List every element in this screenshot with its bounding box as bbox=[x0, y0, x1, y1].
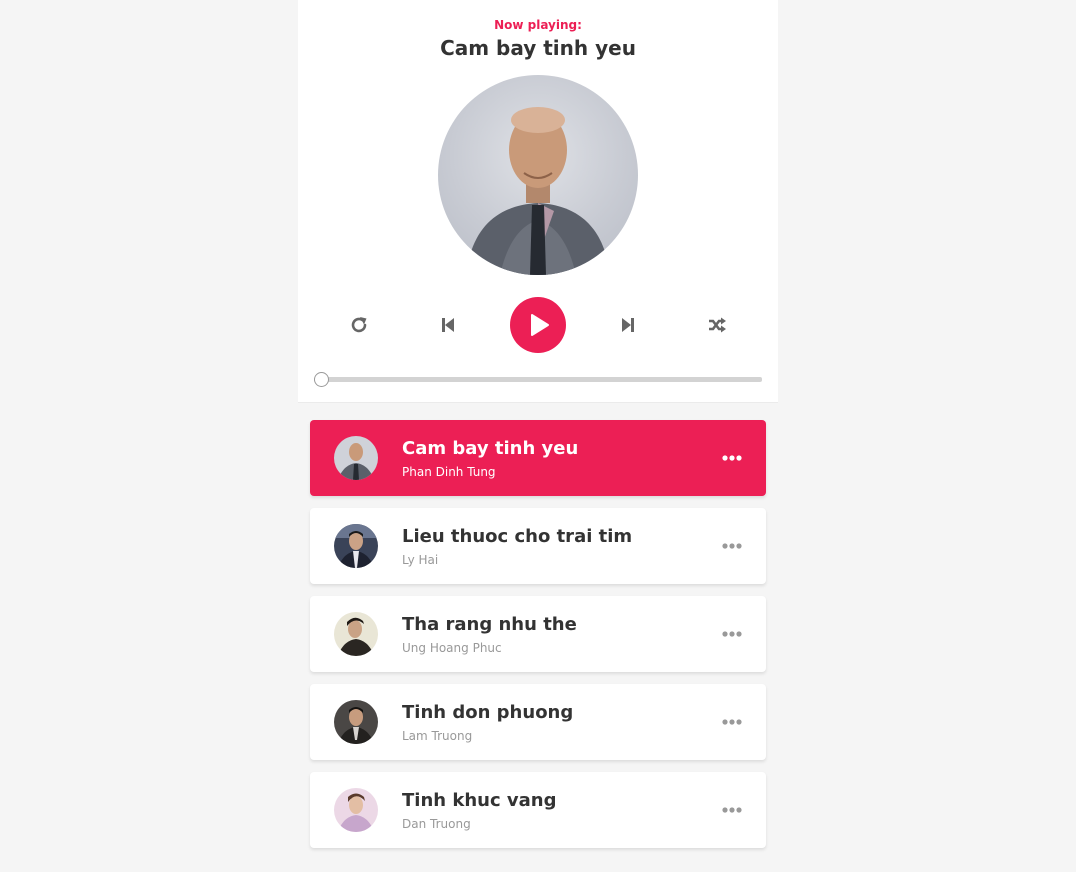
more-options-icon bbox=[722, 543, 742, 549]
player-dashboard: Now playing: Cam bay tinh yeu bbox=[298, 0, 778, 403]
more-options-icon bbox=[722, 719, 742, 725]
song-options-button[interactable] bbox=[722, 712, 742, 732]
next-button[interactable] bbox=[616, 313, 640, 337]
progress-thumb[interactable] bbox=[313, 372, 329, 387]
cd-thumbnail bbox=[438, 75, 638, 275]
progress-track bbox=[314, 377, 762, 382]
shuffle-icon bbox=[709, 317, 726, 333]
song-thumbnail bbox=[334, 612, 378, 656]
playlist-item[interactable]: Tinh khuc vang Dan Truong bbox=[310, 772, 766, 848]
song-title: Tinh khuc vang bbox=[402, 790, 557, 811]
song-options-button[interactable] bbox=[722, 624, 742, 644]
song-thumbnail bbox=[334, 788, 378, 832]
song-thumbnail bbox=[334, 524, 378, 568]
playlist-item[interactable]: Tha rang nhu the Ung Hoang Phuc bbox=[310, 596, 766, 672]
song-options-button[interactable] bbox=[722, 448, 742, 468]
song-title: Tinh don phuong bbox=[402, 702, 574, 723]
artist-avatar bbox=[334, 700, 378, 744]
playlist-item[interactable]: Tinh don phuong Lam Truong bbox=[310, 684, 766, 760]
song-thumbnail bbox=[334, 700, 378, 744]
song-title: Cam bay tinh yeu bbox=[402, 438, 579, 459]
playlist-item[interactable]: Lieu thuoc cho trai tim Ly Hai bbox=[310, 508, 766, 584]
shuffle-button[interactable] bbox=[705, 313, 729, 337]
play-icon bbox=[531, 314, 549, 336]
more-options-icon bbox=[722, 807, 742, 813]
more-options-icon bbox=[722, 631, 742, 637]
prev-button[interactable] bbox=[436, 313, 460, 337]
song-title: Tha rang nhu the bbox=[402, 614, 577, 635]
song-title: Lieu thuoc cho trai tim bbox=[402, 526, 633, 547]
artist-avatar bbox=[334, 524, 378, 568]
song-author: Ly Hai bbox=[402, 553, 439, 567]
skip-back-icon bbox=[442, 318, 454, 332]
repeat-button[interactable] bbox=[347, 313, 371, 337]
playlist-item[interactable]: Cam bay tinh yeu Phan Dinh Tung bbox=[310, 420, 766, 496]
progress-slider[interactable] bbox=[313, 371, 762, 387]
play-button[interactable] bbox=[510, 297, 566, 353]
song-options-button[interactable] bbox=[722, 800, 742, 820]
song-options-button[interactable] bbox=[722, 536, 742, 556]
song-author: Dan Truong bbox=[402, 817, 471, 831]
song-thumbnail bbox=[334, 436, 378, 480]
now-playing-label: Now playing: bbox=[494, 18, 582, 32]
artist-portrait bbox=[466, 107, 610, 275]
repeat-icon bbox=[351, 317, 367, 333]
artist-avatar bbox=[334, 436, 378, 480]
song-author: Ung Hoang Phuc bbox=[402, 641, 502, 655]
artist-avatar bbox=[334, 612, 378, 656]
more-options-icon bbox=[722, 455, 742, 461]
song-author: Lam Truong bbox=[402, 729, 473, 743]
artist-avatar bbox=[334, 788, 378, 832]
skip-forward-icon bbox=[622, 318, 634, 332]
song-author: Phan Dinh Tung bbox=[402, 465, 496, 479]
current-song-title: Cam bay tinh yeu bbox=[440, 36, 636, 60]
